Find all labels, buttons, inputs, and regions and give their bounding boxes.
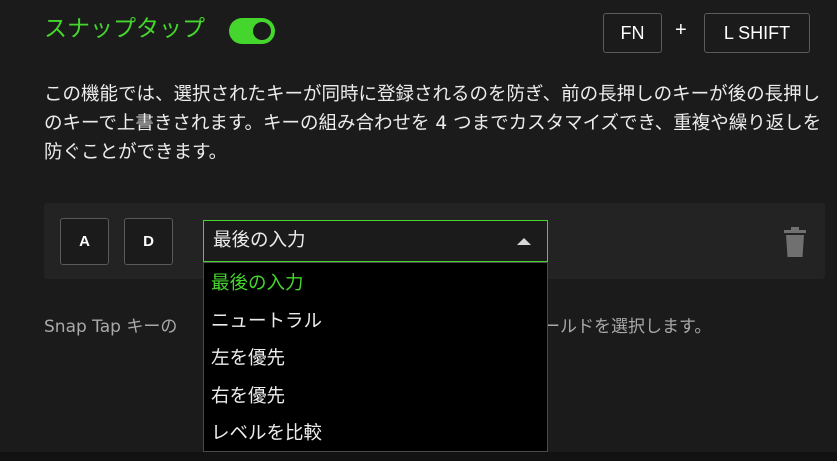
shortcut-key-fn[interactable]: FN: [603, 13, 662, 53]
toggle-knob: [253, 22, 271, 40]
hint-text-start: Snap Tap キーの: [44, 317, 178, 337]
priority-select-value: 最後の入力: [213, 230, 306, 251]
trash-icon[interactable]: [783, 227, 807, 259]
bottom-divider: [0, 452, 837, 461]
priority-dropdown-menu: 最後の入力 ニュートラル 左を優先 右を優先 レベルを比較: [203, 262, 548, 452]
dropdown-option[interactable]: レベルを比較: [211, 421, 322, 447]
dropdown-option[interactable]: 右を優先: [211, 384, 285, 410]
page-title: スナップタップ: [44, 16, 205, 42]
shortcut-plus: +: [675, 19, 687, 41]
combo-key-a[interactable]: A: [60, 218, 109, 265]
dropdown-option[interactable]: 左を優先: [211, 346, 285, 372]
combo-key-d[interactable]: D: [124, 218, 173, 265]
chevron-up-icon: [517, 238, 531, 245]
snap-tap-toggle[interactable]: [229, 18, 275, 44]
feature-description: この機能では、選択されたキーが同時に登録されるのを防ぎ、前の長押しのキーが後の長…: [44, 84, 822, 163]
shortcut-key-lshift[interactable]: L SHIFT: [704, 13, 810, 53]
dropdown-option[interactable]: ニュートラル: [211, 309, 322, 335]
dropdown-option[interactable]: 最後の入力: [211, 271, 304, 297]
priority-select[interactable]: 最後の入力: [203, 220, 548, 262]
